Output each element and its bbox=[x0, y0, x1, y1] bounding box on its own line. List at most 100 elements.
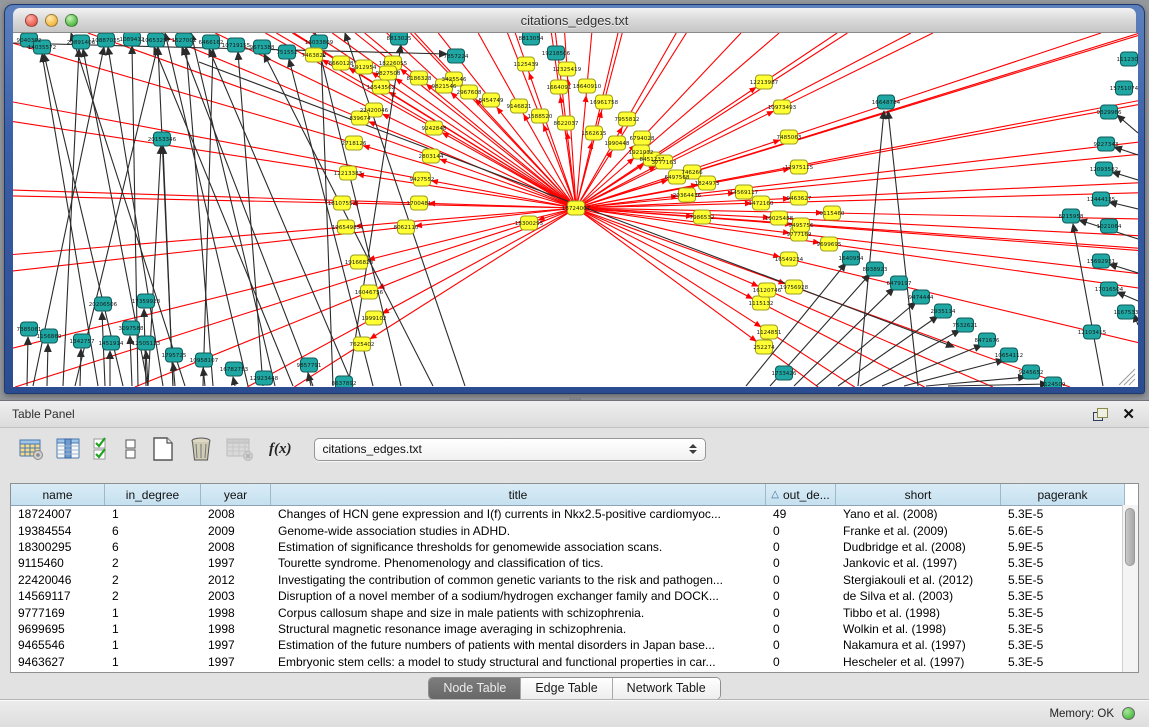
cell-title[interactable]: Changes of HCN gene expression and I(f) … bbox=[271, 507, 766, 521]
table-row[interactable]: 1872400712008Changes of HCN gene express… bbox=[11, 506, 1138, 522]
column-header-title[interactable]: title bbox=[271, 484, 766, 505]
cell-pagerank[interactable]: 5.3E-5 bbox=[1001, 589, 1125, 603]
table-row[interactable]: 946362711997Embryonic stem cells: a mode… bbox=[11, 654, 1138, 670]
cell-out_de[interactable]: 0 bbox=[766, 655, 836, 669]
table-row[interactable]: 911546021997Tourette syndrome. Phenomeno… bbox=[11, 555, 1138, 571]
cell-short[interactable]: Hescheler et al. (1997) bbox=[836, 655, 1001, 669]
delete-column-icon[interactable] bbox=[225, 436, 255, 462]
cell-in_degree[interactable]: 1 bbox=[105, 655, 201, 669]
table-options-icon[interactable] bbox=[18, 437, 45, 461]
cell-short[interactable]: Yano et al. (2008) bbox=[836, 507, 1001, 521]
cell-name[interactable]: 19384554 bbox=[11, 524, 105, 538]
window-titlebar[interactable]: citations_edges.txt bbox=[13, 8, 1136, 33]
cell-name[interactable]: 18300295 bbox=[11, 540, 105, 554]
column-header-year[interactable]: year bbox=[201, 484, 271, 505]
table-row[interactable]: 1456911722003Disruption of a novel membe… bbox=[11, 588, 1138, 604]
cell-in_degree[interactable]: 1 bbox=[105, 507, 201, 521]
cell-short[interactable]: Franke et al. (2009) bbox=[836, 524, 1001, 538]
cell-name[interactable]: 9777169 bbox=[11, 606, 105, 620]
column-header-short[interactable]: short bbox=[836, 484, 1001, 505]
cell-title[interactable]: Investigating the contribution of common… bbox=[271, 573, 766, 587]
cell-short[interactable]: Jankovic et al. (1997) bbox=[836, 556, 1001, 570]
tab-node-table[interactable]: Node Table bbox=[429, 678, 521, 699]
cell-year[interactable]: 1997 bbox=[201, 655, 271, 669]
cell-title[interactable]: Corpus callosum shape and size in male p… bbox=[271, 606, 766, 620]
cell-short[interactable]: Tibbo et al. (1998) bbox=[836, 606, 1001, 620]
cell-in_degree[interactable]: 1 bbox=[105, 622, 201, 636]
cell-short[interactable]: Wolkin et al. (1998) bbox=[836, 622, 1001, 636]
cell-in_degree[interactable]: 2 bbox=[105, 573, 201, 587]
zoom-window-button[interactable] bbox=[65, 14, 78, 27]
table-row[interactable]: 1830029562008Estimation of significance … bbox=[11, 539, 1138, 555]
cell-title[interactable]: Genome-wide association studies in ADHD. bbox=[271, 524, 766, 538]
cell-out_de[interactable]: 49 bbox=[766, 507, 836, 521]
cell-year[interactable]: 2003 bbox=[201, 589, 271, 603]
cell-out_de[interactable]: 0 bbox=[766, 606, 836, 620]
cell-pagerank[interactable]: 5.3E-5 bbox=[1001, 622, 1125, 636]
select-all-icon[interactable] bbox=[91, 436, 113, 462]
new-table-icon[interactable] bbox=[149, 435, 177, 463]
cell-year[interactable]: 2009 bbox=[201, 524, 271, 538]
cell-pagerank[interactable]: 5.3E-5 bbox=[1001, 606, 1125, 620]
cell-title[interactable]: Structural magnetic resonance image aver… bbox=[271, 622, 766, 636]
cell-pagerank[interactable]: 5.3E-5 bbox=[1001, 638, 1125, 652]
cell-name[interactable]: 22420046 bbox=[11, 573, 105, 587]
cell-name[interactable]: 9463627 bbox=[11, 655, 105, 669]
cell-name[interactable]: 9465546 bbox=[11, 638, 105, 652]
table-row[interactable]: 2242004622012Investigating the contribut… bbox=[11, 572, 1138, 588]
table-row[interactable]: 969969511998Structural magnetic resonanc… bbox=[11, 621, 1138, 637]
cell-pagerank[interactable]: 5.9E-5 bbox=[1001, 540, 1125, 554]
cell-out_de[interactable]: 0 bbox=[766, 540, 836, 554]
cell-out_de[interactable]: 0 bbox=[766, 573, 836, 587]
cell-year[interactable]: 2008 bbox=[201, 540, 271, 554]
network-canvas[interactable]: 9040392140355722089140610887035108941210… bbox=[13, 33, 1138, 387]
memory-ok-indicator[interactable] bbox=[1122, 707, 1135, 720]
cell-year[interactable]: 1997 bbox=[201, 556, 271, 570]
cell-short[interactable]: Dudbridge et al. (2008) bbox=[836, 540, 1001, 554]
minimize-window-button[interactable] bbox=[45, 14, 58, 27]
cell-in_degree[interactable]: 1 bbox=[105, 606, 201, 620]
cell-year[interactable]: 2008 bbox=[201, 507, 271, 521]
tab-network-table[interactable]: Network Table bbox=[613, 678, 720, 699]
cell-name[interactable]: 18724007 bbox=[11, 507, 105, 521]
cell-out_de[interactable]: 0 bbox=[766, 638, 836, 652]
cell-year[interactable]: 1998 bbox=[201, 622, 271, 636]
cell-title[interactable]: Tourette syndrome. Phenomenology and cla… bbox=[271, 556, 766, 570]
cell-name[interactable]: 14569117 bbox=[11, 589, 105, 603]
cell-pagerank[interactable]: 5.3E-5 bbox=[1001, 655, 1125, 669]
delete-table-icon[interactable] bbox=[187, 435, 215, 463]
cell-year[interactable]: 2012 bbox=[201, 573, 271, 587]
cell-out_de[interactable]: 0 bbox=[766, 524, 836, 538]
cell-in_degree[interactable]: 6 bbox=[105, 540, 201, 554]
cell-title[interactable]: Estimation of significance thresholds fo… bbox=[271, 540, 766, 554]
table-select[interactable]: citations_edges.txt bbox=[314, 438, 706, 461]
close-window-button[interactable] bbox=[25, 14, 38, 27]
table-row[interactable]: 946554611997Estimation of the future num… bbox=[11, 637, 1138, 653]
cell-out_de[interactable]: 0 bbox=[766, 589, 836, 603]
function-builder-icon[interactable]: f(x) bbox=[269, 441, 292, 458]
cell-name[interactable]: 9699695 bbox=[11, 622, 105, 636]
cell-in_degree[interactable]: 2 bbox=[105, 589, 201, 603]
cell-short[interactable]: Nakamura et al. (1997) bbox=[836, 638, 1001, 652]
row-height-icon[interactable] bbox=[123, 436, 139, 462]
cell-year[interactable]: 1997 bbox=[201, 638, 271, 652]
resize-grip-icon[interactable] bbox=[1124, 374, 1135, 385]
cell-pagerank[interactable]: 5.5E-5 bbox=[1001, 573, 1125, 587]
close-panel-icon[interactable]: ✕ bbox=[1122, 407, 1135, 422]
cell-name[interactable]: 9115460 bbox=[11, 556, 105, 570]
cell-out_de[interactable]: 0 bbox=[766, 622, 836, 636]
show-columns-icon[interactable] bbox=[55, 437, 81, 461]
cell-short[interactable]: de Silva et al. (2003) bbox=[836, 589, 1001, 603]
cell-year[interactable]: 1998 bbox=[201, 606, 271, 620]
resize-grip-icon[interactable] bbox=[1129, 379, 1135, 385]
cell-title[interactable]: Embryonic stem cells: a model to study s… bbox=[271, 655, 766, 669]
tab-edge-table[interactable]: Edge Table bbox=[521, 678, 612, 699]
float-panel-icon[interactable] bbox=[1093, 408, 1108, 421]
scrollbar-thumb[interactable] bbox=[1125, 508, 1135, 566]
table-scrollbar[interactable] bbox=[1122, 505, 1138, 672]
cell-pagerank[interactable]: 5.3E-5 bbox=[1001, 556, 1125, 570]
cell-in_degree[interactable]: 6 bbox=[105, 524, 201, 538]
cell-in_degree[interactable]: 1 bbox=[105, 638, 201, 652]
column-header-in_degree[interactable]: in_degree bbox=[105, 484, 201, 505]
table-row[interactable]: 1938455462009Genome-wide association stu… bbox=[11, 522, 1138, 538]
